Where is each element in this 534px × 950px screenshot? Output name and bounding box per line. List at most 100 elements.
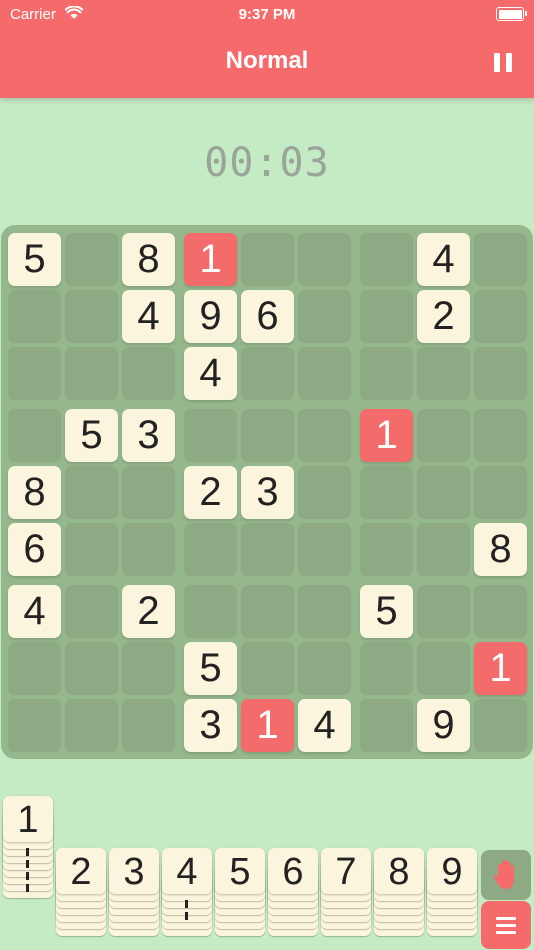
digit-stack-1[interactable]: 1 [3, 796, 53, 950]
board-cell[interactable] [298, 585, 351, 638]
board-cell[interactable]: 4 [184, 347, 237, 400]
number-tile[interactable]: 4 [184, 347, 237, 400]
board-cell[interactable] [474, 347, 527, 400]
board-cell[interactable] [474, 409, 527, 462]
digit-tile[interactable]: 7 [321, 848, 371, 894]
digit-tile[interactable]: 2 [56, 848, 106, 894]
board-cell[interactable] [241, 409, 294, 462]
digit-stack-5[interactable]: 5 [215, 848, 265, 950]
board-cell[interactable]: 5 [8, 233, 61, 286]
number-tile[interactable]: 6 [8, 523, 61, 576]
number-tile[interactable]: 3 [184, 699, 237, 752]
number-tile[interactable]: 4 [298, 699, 351, 752]
board-cell[interactable] [474, 233, 527, 286]
number-tile[interactable]: 3 [241, 466, 294, 519]
board-cell[interactable]: 2 [417, 290, 470, 343]
board-cell[interactable]: 8 [474, 523, 527, 576]
board-cell[interactable] [184, 409, 237, 462]
digit-tile[interactable]: 4 [162, 848, 212, 894]
board-cell[interactable] [8, 347, 61, 400]
board-cell[interactable] [241, 585, 294, 638]
digit-tile[interactable]: 9 [427, 848, 477, 894]
board-cell[interactable] [65, 523, 118, 576]
digit-stack-3[interactable]: 3 [109, 848, 159, 950]
board-cell[interactable]: 3 [184, 699, 237, 752]
board-cell[interactable] [241, 523, 294, 576]
board-cell[interactable] [298, 642, 351, 695]
board-cell[interactable] [122, 347, 175, 400]
board-cell[interactable]: 1 [474, 642, 527, 695]
board-cell[interactable] [65, 466, 118, 519]
number-tile[interactable]: 5 [184, 642, 237, 695]
digit-stack-7[interactable]: 7 [321, 848, 371, 950]
digit-stack-6[interactable]: 6 [268, 848, 318, 950]
digit-tile[interactable]: 3 [109, 848, 159, 894]
hand-tool-button[interactable] [481, 850, 531, 900]
board-cell[interactable] [474, 290, 527, 343]
board-cell[interactable] [65, 699, 118, 752]
board-cell[interactable] [184, 523, 237, 576]
conflict-tile[interactable]: 1 [474, 642, 527, 695]
board-cell[interactable] [474, 466, 527, 519]
number-tile[interactable]: 5 [65, 409, 118, 462]
board-cell[interactable]: 8 [122, 233, 175, 286]
board-cell[interactable]: 6 [241, 290, 294, 343]
board-cell[interactable] [122, 699, 175, 752]
board-cell[interactable] [360, 290, 413, 343]
board-cell[interactable] [417, 466, 470, 519]
board-cell[interactable]: 5 [360, 585, 413, 638]
board-cell[interactable] [417, 409, 470, 462]
board-cell[interactable] [417, 585, 470, 638]
number-tile[interactable]: 9 [417, 699, 470, 752]
board-cell[interactable] [360, 347, 413, 400]
board-cell[interactable] [417, 642, 470, 695]
board-cell[interactable] [241, 347, 294, 400]
board-cell[interactable]: 6 [8, 523, 61, 576]
digit-stack-9[interactable]: 9 [427, 848, 477, 950]
digit-tile[interactable]: 1 [3, 796, 53, 842]
board-cell[interactable] [298, 523, 351, 576]
number-tile[interactable]: 3 [122, 409, 175, 462]
board-cell[interactable] [360, 233, 413, 286]
number-tile[interactable]: 2 [122, 585, 175, 638]
board-cell[interactable] [298, 466, 351, 519]
board-cell[interactable]: 2 [122, 585, 175, 638]
board-cell[interactable]: 4 [298, 699, 351, 752]
board-cell[interactable] [298, 347, 351, 400]
board-cell[interactable] [65, 347, 118, 400]
number-tile[interactable]: 2 [417, 290, 470, 343]
board-cell[interactable] [298, 409, 351, 462]
board-cell[interactable] [360, 642, 413, 695]
board-cell[interactable]: 3 [122, 409, 175, 462]
number-tile[interactable]: 4 [417, 233, 470, 286]
board-cell[interactable] [122, 466, 175, 519]
number-tile[interactable]: 4 [122, 290, 175, 343]
board-cell[interactable] [8, 290, 61, 343]
board-cell[interactable]: 9 [417, 699, 470, 752]
board-cell[interactable] [360, 523, 413, 576]
board-cell[interactable] [241, 642, 294, 695]
menu-button[interactable] [481, 901, 531, 949]
board-cell[interactable] [65, 290, 118, 343]
board-cell[interactable] [417, 347, 470, 400]
board-cell[interactable] [65, 585, 118, 638]
board-cell[interactable]: 4 [122, 290, 175, 343]
board-cell[interactable]: 8 [8, 466, 61, 519]
board-cell[interactable] [65, 642, 118, 695]
board-cell[interactable] [298, 233, 351, 286]
board-cell[interactable]: 4 [417, 233, 470, 286]
number-tile[interactable]: 5 [360, 585, 413, 638]
board-cell[interactable]: 9 [184, 290, 237, 343]
board-cell[interactable]: 5 [184, 642, 237, 695]
number-tile[interactable]: 9 [184, 290, 237, 343]
board-cell[interactable] [417, 523, 470, 576]
digit-stack-8[interactable]: 8 [374, 848, 424, 950]
number-tile[interactable]: 8 [8, 466, 61, 519]
number-tile[interactable]: 8 [122, 233, 175, 286]
digit-tile[interactable]: 8 [374, 848, 424, 894]
board-cell[interactable] [360, 699, 413, 752]
digit-tile[interactable]: 5 [215, 848, 265, 894]
board-cell[interactable] [474, 585, 527, 638]
number-tile[interactable]: 2 [184, 466, 237, 519]
board-cell[interactable] [8, 699, 61, 752]
